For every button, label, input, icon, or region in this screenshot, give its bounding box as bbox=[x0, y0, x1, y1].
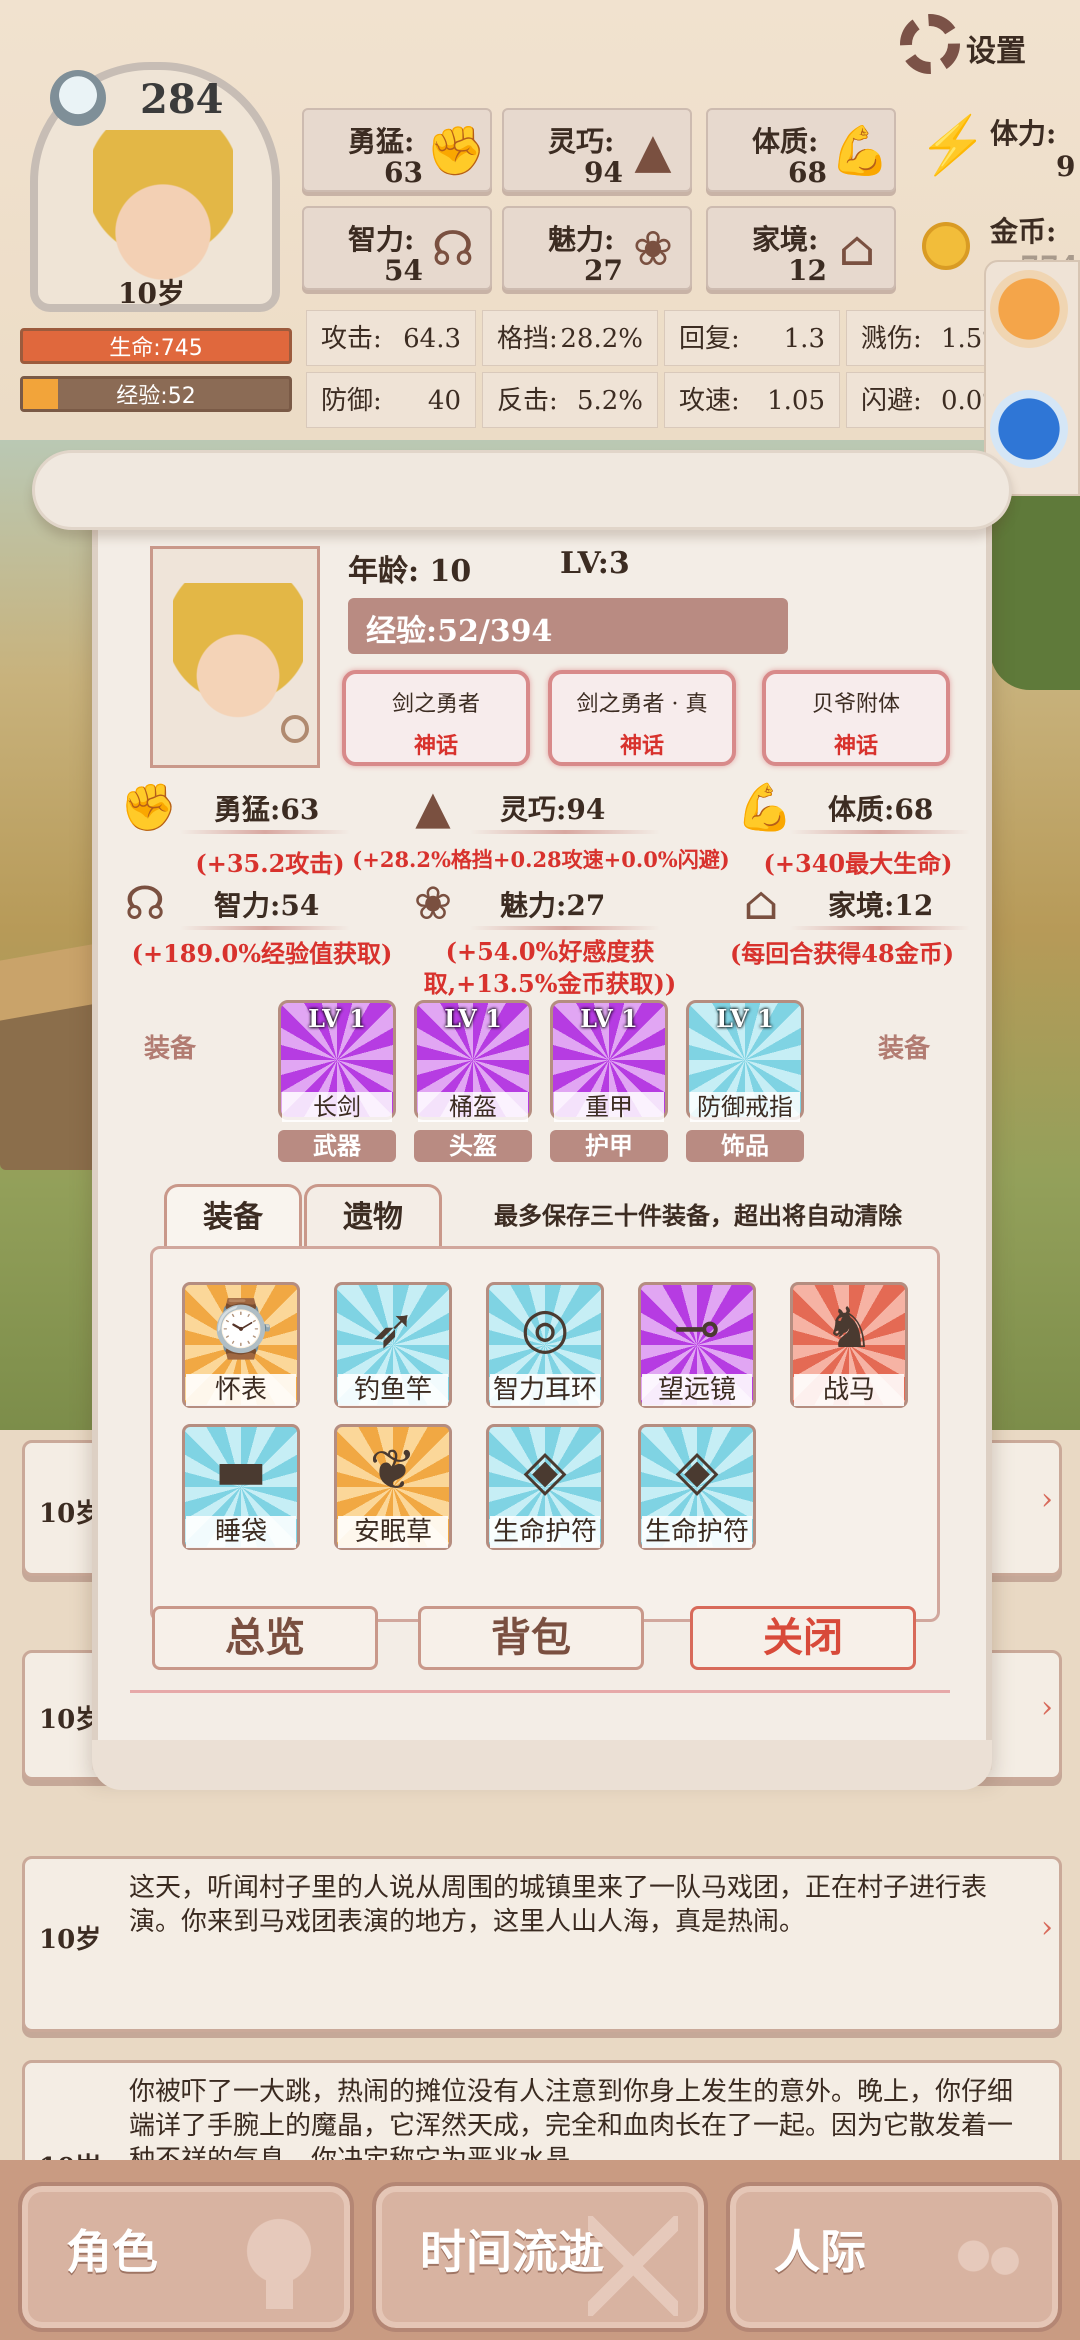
chevron-icon: › bbox=[1041, 1482, 1053, 1517]
stat-agility[interactable]: 灵巧: 94 ▲ bbox=[502, 108, 692, 192]
inventory-note: 最多保存三十件装备，超出将自动清除 bbox=[494, 1201, 902, 1230]
log-text: 你被吓了一大跳，热闹的摊位没有人注意到你身上发生的意外。晚上，你仔细端详了手腕上… bbox=[129, 2077, 1014, 2170]
touch-quick-button[interactable] bbox=[990, 390, 1068, 468]
bottom-navigation: 角色 时间流逝 人际 bbox=[0, 2160, 1080, 2340]
scroll-bottom-edge bbox=[92, 1740, 992, 1790]
attr-intelligence-note: (+189.0%经验值获取) bbox=[131, 939, 393, 968]
soul-count: 284 bbox=[140, 76, 224, 123]
equip-side-label-left: 装备 bbox=[144, 1034, 197, 1064]
nav-character[interactable]: 角色 bbox=[18, 2182, 354, 2332]
backpack-button[interactable]: 背包 bbox=[418, 1606, 644, 1670]
close-button[interactable]: 关闭 bbox=[690, 1606, 916, 1670]
title-card[interactable]: 剑之勇者 · 真 神话 bbox=[548, 670, 736, 766]
character-icon bbox=[234, 2216, 324, 2316]
decorative-divider bbox=[130, 1690, 950, 1710]
brain-icon: ☊ bbox=[431, 221, 475, 277]
modal-age: 年龄: 10 bbox=[348, 554, 472, 589]
log-entry[interactable]: 10岁 这天，听闻村子里的人说从周围的城镇里来了一队马戏团，正在村子进行表演。你… bbox=[22, 1856, 1062, 2032]
cloak-icon: ▲ bbox=[415, 780, 451, 834]
settings-button[interactable]: 设置 bbox=[900, 14, 1070, 74]
bicep-icon: 💪 bbox=[736, 780, 794, 834]
flower-icon: ❀ bbox=[413, 876, 453, 930]
tab-equipment[interactable]: 装备 bbox=[164, 1184, 302, 1250]
combat-stat: 格挡: 28.2% bbox=[482, 310, 658, 366]
stat-charm[interactable]: 魅力: 27 ❀ bbox=[502, 206, 692, 290]
attr-family-note: (每回合获得48金币) bbox=[729, 939, 955, 968]
inventory-item[interactable]: ⊸ 望远镜 bbox=[638, 1282, 756, 1408]
log-age: 10岁 bbox=[39, 1925, 102, 1955]
combat-stat: 防御: 40 bbox=[306, 372, 476, 428]
overview-button[interactable]: 总览 bbox=[152, 1606, 378, 1670]
combat-row-1: 攻击: 64.3 格挡: 28.2% 回复: 1.3 溅伤: 1.5% bbox=[306, 310, 1076, 366]
player-age: 10岁 bbox=[118, 277, 185, 310]
equip-slot-helmet[interactable]: LV 1 桶盔 头盔 bbox=[414, 1000, 532, 1162]
lightning-icon: ⚡ bbox=[918, 113, 988, 178]
flower-icon: ❀ bbox=[632, 221, 674, 277]
inventory-item[interactable]: ◈ 生命护符 bbox=[486, 1424, 604, 1550]
inventory-item[interactable]: ➶ 钓鱼竿 bbox=[334, 1282, 452, 1408]
inventory-item[interactable]: ⌚ 怀表 bbox=[182, 1282, 300, 1408]
fist-icon: ✊ bbox=[120, 780, 178, 834]
nav-time-passes[interactable]: 时间流逝 bbox=[372, 2182, 708, 2332]
title-card[interactable]: 贝爷附体 神话 bbox=[762, 670, 950, 766]
log-entry[interactable]: 10岁 你被吓了一大跳，热闹的摊位没有人注意到你身上发生的意外。晚上，你仔细端详… bbox=[22, 2060, 1062, 2170]
equip-slot-accessory[interactable]: LV 1 防御戒指 饰品 bbox=[686, 1000, 804, 1162]
combat-stat: 攻击: 64.3 bbox=[306, 310, 476, 366]
status-header: 284 10岁 生命:745 经验:52 勇猛: 63 ✊ 灵巧: 94 ▲ 体… bbox=[0, 0, 1080, 440]
scroll-top-roll bbox=[32, 450, 1012, 530]
cloak-icon: ▲ bbox=[634, 123, 672, 179]
attr-agility-note: (+28.2%格挡+0.28攻速+0.0%闪避) bbox=[352, 847, 730, 872]
xp-bar-fill bbox=[23, 379, 58, 409]
house-icon: ⌂ bbox=[838, 221, 876, 277]
inventory-item[interactable]: ♞ 战马 bbox=[790, 1282, 908, 1408]
stat-family[interactable]: 家境: 12 ⌂ bbox=[706, 206, 896, 290]
equip-side-label-right: 装备 bbox=[878, 1034, 931, 1064]
combat-row-2: 防御: 40 反击: 5.2% 攻速: 1.05 闪避: 0.0% bbox=[306, 372, 1076, 428]
stat-constitution[interactable]: 体质: 68 💪 bbox=[706, 108, 896, 192]
title-card[interactable]: 剑之勇者 神话 bbox=[342, 670, 530, 766]
modal-xp: 经验:52/394 bbox=[348, 598, 788, 654]
equip-slot-weapon[interactable]: LV 1 长剑 武器 bbox=[278, 1000, 396, 1162]
modal-level: LV:3 bbox=[560, 546, 630, 581]
stat-intelligence[interactable]: 智力: 54 ☊ bbox=[302, 206, 492, 290]
inventory-item[interactable]: ◈ 生命护符 bbox=[638, 1424, 756, 1550]
bicep-icon: 💪 bbox=[830, 123, 890, 179]
log-text: 这天，听闻村子里的人说从周围的城镇里来了一队马戏团，正在村子进行表演。你来到马戏… bbox=[129, 1873, 988, 1937]
chevron-icon: › bbox=[1041, 1690, 1053, 1726]
equip-slot-armor[interactable]: LV 1 重甲 护甲 bbox=[550, 1000, 668, 1162]
gear-icon bbox=[900, 14, 960, 74]
pawns-icon bbox=[942, 2216, 1032, 2316]
inventory-item[interactable]: ❦ 安眠草 bbox=[334, 1424, 452, 1550]
inventory-item[interactable]: ▬ 睡袋 bbox=[182, 1424, 300, 1550]
soul-icon bbox=[50, 70, 106, 126]
modal-avatar bbox=[150, 546, 320, 768]
hp-bar: 生命:745 bbox=[20, 328, 292, 364]
nav-relations[interactable]: 人际 bbox=[726, 2182, 1062, 2332]
tab-relics[interactable]: 遗物 bbox=[304, 1184, 442, 1250]
hourglass-icon bbox=[588, 2216, 678, 2316]
stat-bravery[interactable]: 勇猛: 63 ✊ bbox=[302, 108, 492, 192]
xp-bar: 经验:52 bbox=[20, 376, 292, 412]
combat-stat: 回复: 1.3 bbox=[664, 310, 840, 366]
combat-stat: 反击: 5.2% bbox=[482, 372, 658, 428]
attr-charm-note: (+54.0%好感度获取,+13.5%金币获取)) bbox=[423, 937, 677, 998]
magnifier-icon bbox=[281, 715, 309, 743]
chevron-icon: › bbox=[1041, 1910, 1053, 1945]
combat-stat: 攻速: 1.05 bbox=[664, 372, 840, 428]
gold-coin-icon bbox=[922, 222, 970, 270]
inventory-item[interactable]: ◎ 智力耳环 bbox=[486, 1282, 604, 1408]
fist-icon: ✊ bbox=[426, 123, 486, 179]
character-quick-button[interactable] bbox=[990, 270, 1068, 348]
house-icon: ⌂ bbox=[743, 876, 779, 930]
brain-icon: ☊ bbox=[124, 876, 166, 930]
